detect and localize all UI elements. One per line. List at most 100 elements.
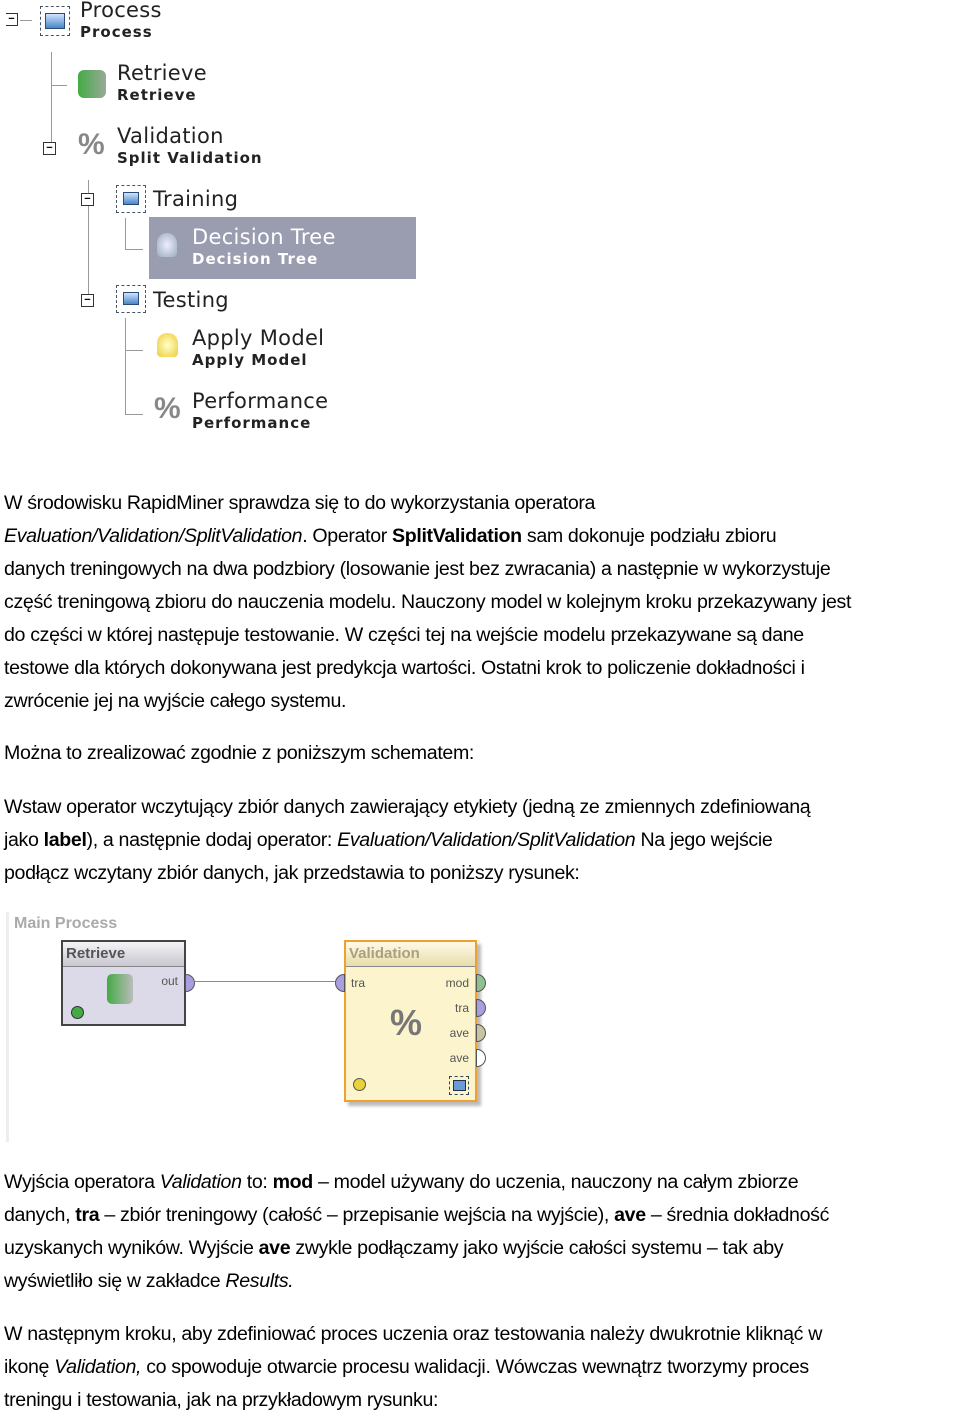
node-title: Validation — [117, 124, 224, 148]
retrieve-icon — [107, 974, 133, 1004]
text-line: ikonę Validation, co spowoduje otwarcie … — [4, 1351, 822, 1384]
text-segment: Evaluation/Validation/SplitValidation — [337, 829, 636, 851]
output-port-out[interactable] — [185, 974, 195, 992]
text-segment: Evaluation/Validation/SplitValidation — [4, 525, 303, 547]
output-port-ave[interactable] — [476, 1024, 486, 1042]
text-segment: – zbiór treningowy (całość – przepisanie… — [99, 1204, 615, 1226]
tree-node-apply-model[interactable]: Apply Model Apply Model — [192, 326, 324, 370]
text-line: testowe dla których dokonywana jest pred… — [4, 652, 851, 685]
input-port-tra[interactable] — [335, 974, 345, 992]
text-segment: podłącz wczytany zbiór danych, jak przed… — [4, 862, 580, 884]
node-title: Training — [153, 187, 239, 211]
node-title: Apply Model — [192, 326, 325, 350]
text-segment: ), a następnie dodaj operator: — [86, 829, 338, 851]
paragraph: Wstaw operator wczytujący zbiór danych z… — [4, 791, 811, 890]
collapse-validation[interactable]: − — [43, 142, 56, 155]
operator-retrieve[interactable]: Retrieve out — [61, 940, 195, 1026]
paragraph: Wyjścia operatora Validation to: mod – m… — [4, 1166, 829, 1298]
text-segment: . Operator — [302, 525, 393, 547]
paragraph: W środowisku RapidMiner sprawdza się to … — [4, 487, 851, 718]
process-diagram: Main Process Retrieve out Validation tra… — [6, 912, 525, 1142]
collapse-testing[interactable]: − — [81, 294, 94, 307]
percent-icon: % — [78, 128, 105, 161]
operator-title: Retrieve — [63, 942, 184, 967]
tree-node-decision-tree[interactable]: Decision Tree Decision Tree — [149, 217, 416, 279]
text-line: uzyskanych wyników. Wyjście ave zwykle p… — [4, 1232, 829, 1265]
output-port-mod[interactable] — [476, 974, 486, 992]
text-segment: treningu i testowania, jak na przykładow… — [4, 1389, 439, 1411]
connection-line — [195, 981, 339, 982]
lightbulb-icon — [157, 333, 178, 357]
text-segment: Wyjścia operatora — [4, 1171, 160, 1193]
text-segment: Można to zrealizować zgodnie z poniższym… — [4, 742, 475, 764]
port-label: ave — [449, 1026, 469, 1040]
operator-title: Validation — [346, 942, 475, 967]
text-segment: mod — [272, 1171, 314, 1193]
text-segment: zwykle podłączamy jako wyjście całości s… — [290, 1237, 784, 1259]
text-line: W następnym kroku, aby zdefiniować proce… — [4, 1318, 822, 1351]
text-line: treningu i testowania, jak na przykładow… — [4, 1384, 822, 1417]
tree-node-testing[interactable]: Testing — [153, 288, 229, 312]
text-segment: danych treningowych na dwa podzbiory (lo… — [4, 558, 831, 580]
node-subtitle: Performance — [192, 414, 312, 432]
text-line: Evaluation/Validation/SplitValidation. O… — [4, 520, 851, 553]
text-segment: uzyskanych wyników. Wyjście — [4, 1237, 259, 1259]
node-subtitle: Process — [80, 23, 153, 41]
text-segment: W środowisku RapidMiner sprawdza się to … — [4, 492, 596, 514]
port-label: ave — [449, 1051, 469, 1065]
retrieve-icon — [78, 70, 106, 98]
port-label: mod — [445, 976, 469, 990]
status-indicator — [353, 1078, 366, 1091]
collapse-training[interactable]: − — [81, 193, 94, 206]
text-segment: W następnym kroku, aby zdefiniować proce… — [4, 1323, 823, 1345]
collapse-process[interactable]: − — [6, 13, 18, 26]
paragraph: W następnym kroku, aby zdefiniować proce… — [4, 1318, 822, 1417]
node-subtitle: Retrieve — [117, 86, 197, 104]
output-port-ave[interactable] — [476, 1049, 486, 1067]
subprocess-icon — [116, 285, 146, 313]
text-segment: to: — [241, 1171, 273, 1193]
text-segment: danych, — [4, 1204, 76, 1226]
text-segment: do części w której następuje testowanie.… — [4, 624, 804, 646]
tree-node-training[interactable]: Training — [153, 187, 238, 211]
text-segment: zwrócenie jej na wyjście całego systemu. — [4, 690, 347, 712]
text-line: podłącz wczytany zbiór danych, jak przed… — [4, 857, 810, 890]
text-segment: Results. — [225, 1270, 294, 1292]
node-subtitle: Apply Model — [192, 351, 308, 369]
text-segment: – model używany do uczenia, nauczony na … — [312, 1171, 799, 1193]
percent-icon: % — [390, 1002, 423, 1043]
node-subtitle: Decision Tree — [192, 250, 319, 268]
text-segment: Wstaw operator wczytujący zbiór danych z… — [4, 796, 811, 818]
text-line: zwrócenie jej na wyjście całego systemu. — [4, 685, 851, 718]
text-line: Wyjścia operatora Validation to: mod – m… — [4, 1166, 829, 1199]
text-line: Wstaw operator wczytujący zbiór danych z… — [4, 791, 811, 824]
tree-node-validation[interactable]: Validation Split Validation — [117, 124, 263, 168]
tree-node-process[interactable]: Process Process — [80, 0, 162, 42]
text-segment: Na jego wejście — [635, 829, 773, 851]
percent-icon: % — [154, 392, 181, 425]
text-segment: label — [43, 829, 87, 851]
node-title: Process — [80, 0, 162, 22]
text-segment: ave — [614, 1204, 646, 1226]
node-title: Performance — [192, 389, 329, 413]
text-segment: Validation — [159, 1171, 242, 1193]
diagram-title: Main Process — [14, 915, 118, 932]
text-line: wyświetliło się w zakładce Results. — [4, 1265, 829, 1298]
tree-node-performance[interactable]: Performance Performance — [192, 389, 328, 433]
text-line: W środowisku RapidMiner sprawdza się to … — [4, 487, 851, 520]
text-line: jako label), a następnie dodaj operator:… — [4, 824, 810, 857]
text-segment: część treningową zbioru do nauczenia mod… — [4, 591, 852, 613]
text-segment: jako — [4, 829, 44, 851]
output-port-tra[interactable] — [476, 999, 486, 1017]
node-title: Decision Tree — [192, 225, 336, 249]
process-tree: − Process Process Retrieve Retrieve − % Va… — [0, 0, 420, 440]
port-label: out — [161, 974, 178, 988]
tree-node-retrieve[interactable]: Retrieve Retrieve — [117, 61, 207, 105]
subprocess-icon[interactable] — [449, 1076, 469, 1095]
operator-validation[interactable]: Validation tra mod tra ave ave % — [335, 940, 486, 1102]
text-segment: testowe dla których dokonywana jest pred… — [4, 657, 805, 679]
text-segment: co spowoduje otwarcie procesu walidacji.… — [141, 1356, 809, 1378]
text-line: danych, tra – zbiór treningowy (całość –… — [4, 1199, 829, 1232]
text-segment: tra — [75, 1204, 100, 1226]
text-segment: ave — [258, 1237, 291, 1259]
